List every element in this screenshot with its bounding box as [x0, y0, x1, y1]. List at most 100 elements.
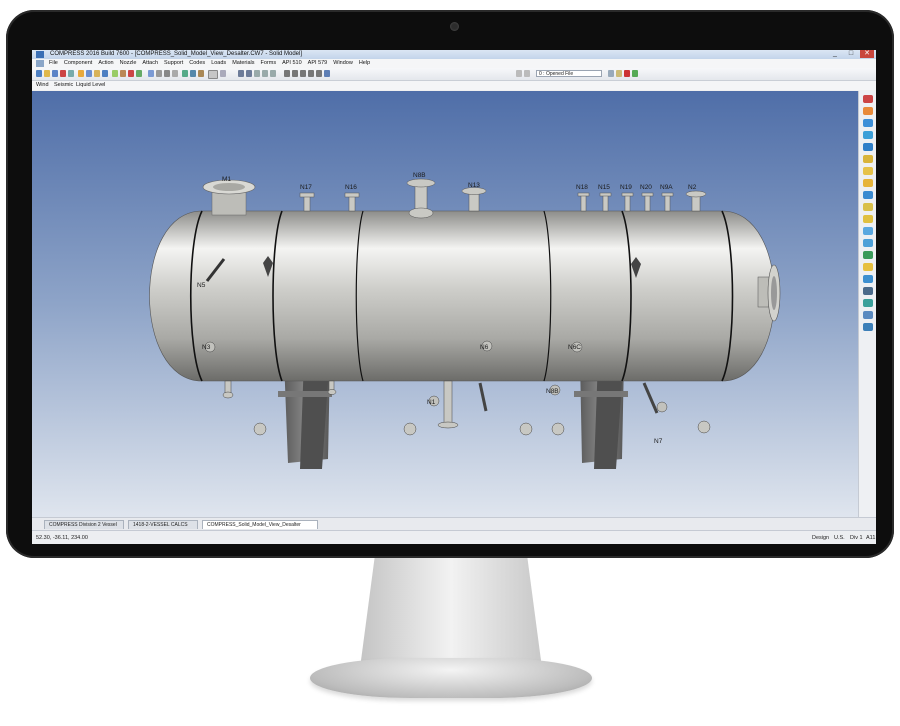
- menu-materials[interactable]: Materials: [229, 59, 257, 68]
- bottom-nozzle-6[interactable]: [478, 382, 488, 412]
- save-icon[interactable]: [52, 70, 58, 77]
- view-top-icon[interactable]: [190, 70, 196, 77]
- palette-lug-icon[interactable]: [863, 203, 873, 211]
- palette-ladder-icon[interactable]: [863, 263, 873, 271]
- drawing-icon[interactable]: [128, 70, 134, 77]
- nozzle-n2[interactable]: [685, 190, 707, 212]
- menu-file[interactable]: File: [46, 59, 61, 68]
- print-icon[interactable]: [60, 70, 66, 77]
- bottom-nozzle-3[interactable]: [327, 380, 337, 395]
- palette-platform-icon[interactable]: [863, 251, 873, 259]
- 2d-view-icon[interactable]: [220, 70, 226, 77]
- palette-saddle-icon[interactable]: [863, 167, 873, 175]
- bottom-nozzle-9[interactable]: [642, 382, 659, 414]
- cut-icon[interactable]: [78, 70, 84, 77]
- palette-tube-icon[interactable]: [863, 239, 873, 247]
- layout-icon[interactable]: [254, 70, 260, 77]
- nozzle-n13[interactable]: [461, 187, 487, 212]
- wireframe-icon[interactable]: [308, 70, 314, 77]
- dimension-icon[interactable]: [292, 70, 298, 77]
- section-icon[interactable]: [300, 70, 306, 77]
- palette-packing-icon[interactable]: [863, 299, 873, 307]
- back-arrow-icon[interactable]: [238, 70, 244, 77]
- tab-solid-model[interactable]: COMPRESS_Solid_Model_View_Desalter: [202, 520, 318, 529]
- nozzle-n20[interactable]: [641, 192, 654, 212]
- nozzle-n19[interactable]: [621, 192, 634, 212]
- preview-icon[interactable]: [68, 70, 74, 77]
- bottom-nozzle-1[interactable]: [222, 380, 234, 399]
- manway-m1[interactable]: [202, 179, 256, 216]
- menu-forms[interactable]: Forms: [258, 59, 280, 68]
- menu-support[interactable]: Support: [161, 59, 186, 68]
- menu-loads[interactable]: Loads: [208, 59, 229, 68]
- menu-codes[interactable]: Codes: [186, 59, 208, 68]
- bottom-nozzle-4[interactable]: [403, 422, 417, 436]
- menu-attach[interactable]: Attach: [139, 59, 161, 68]
- nozzle-n18[interactable]: [577, 192, 590, 212]
- opened-file-select[interactable]: 0 : Opened File: [536, 70, 602, 77]
- palette-head-icon[interactable]: [863, 95, 873, 103]
- forward-arrow-icon[interactable]: [246, 70, 252, 77]
- copy-icon[interactable]: [86, 70, 92, 77]
- pan-icon[interactable]: [164, 70, 170, 77]
- palette-nozzle-icon[interactable]: [863, 155, 873, 163]
- palette-cone-icon[interactable]: [863, 107, 873, 115]
- tab-vessel-calcs[interactable]: 1418-2-VESSEL CALCS: [128, 520, 198, 529]
- palette-tray-icon[interactable]: [863, 287, 873, 295]
- minimize-button[interactable]: _: [828, 50, 842, 58]
- bottom-nozzle-2[interactable]: [253, 422, 267, 436]
- palette-ring-icon[interactable]: [863, 215, 873, 223]
- tab-division-2-vessel[interactable]: COMPRESS Division 2 Vessel: [44, 520, 124, 529]
- solid-model-viewport[interactable]: M1 N17 N16 N8B N13 N18 N15 N19 N20 N9A N…: [32, 91, 858, 517]
- report-icon[interactable]: [112, 70, 118, 77]
- menu-window[interactable]: Window: [330, 59, 356, 68]
- shaded-icon[interactable]: [316, 70, 322, 77]
- edit-icon[interactable]: [608, 70, 614, 77]
- liquid-level-button[interactable]: Liquid Level: [76, 81, 105, 90]
- palette-shell-icon[interactable]: [863, 131, 873, 139]
- nozzle-n17[interactable]: [299, 192, 315, 212]
- zoom-icon[interactable]: [156, 70, 162, 77]
- table-icon[interactable]: [270, 70, 276, 77]
- palette-jacket-icon[interactable]: [863, 227, 873, 235]
- bottom-nozzle-8[interactable]: [551, 422, 565, 436]
- select-icon[interactable]: [148, 70, 154, 77]
- delete-icon[interactable]: [624, 70, 630, 77]
- document-icon[interactable]: [36, 60, 44, 67]
- maximize-button[interactable]: □: [844, 50, 858, 58]
- grid-icon[interactable]: [262, 70, 268, 77]
- palette-insulation-icon[interactable]: [863, 275, 873, 283]
- pdf-icon[interactable]: [120, 70, 126, 77]
- palette-flange-icon[interactable]: [863, 143, 873, 151]
- menu-help[interactable]: Help: [356, 59, 373, 68]
- apply-icon[interactable]: [632, 70, 638, 77]
- palette-cylinder-icon[interactable]: [863, 119, 873, 127]
- view-side-icon[interactable]: [198, 70, 204, 77]
- nozzle-n15[interactable]: [599, 192, 612, 212]
- undo-icon[interactable]: [516, 70, 522, 77]
- bottom-nozzle-7[interactable]: [519, 422, 533, 436]
- new-file-icon[interactable]: [36, 70, 42, 77]
- menu-component[interactable]: Component: [61, 59, 95, 68]
- view-front-icon[interactable]: [182, 70, 188, 77]
- bottom-nozzle-5[interactable]: [437, 380, 459, 429]
- nozzle-n16[interactable]: [344, 192, 360, 212]
- palette-baffle-icon[interactable]: [863, 311, 873, 319]
- menu-action[interactable]: Action: [95, 59, 116, 68]
- vessel-shell[interactable]: [149, 210, 775, 382]
- bottom-nozzle-10[interactable]: [697, 420, 711, 434]
- redo-icon[interactable]: [524, 70, 530, 77]
- palette-skirt-icon[interactable]: [863, 191, 873, 199]
- measure-icon[interactable]: [284, 70, 290, 77]
- palette-liquid-icon[interactable]: [863, 323, 873, 331]
- nozzle-n8b-top[interactable]: [406, 178, 436, 219]
- 3d-view-icon[interactable]: [208, 70, 218, 79]
- close-button[interactable]: ✕: [860, 50, 874, 58]
- menu-api-579[interactable]: API 579: [305, 59, 331, 68]
- seismic-button[interactable]: Seismic: [54, 81, 73, 90]
- check-icon[interactable]: [136, 70, 142, 77]
- save-view-icon[interactable]: [324, 70, 330, 77]
- menu-nozzle[interactable]: Nozzle: [117, 59, 140, 68]
- rotate-icon[interactable]: [172, 70, 178, 77]
- paste-icon[interactable]: [94, 70, 100, 77]
